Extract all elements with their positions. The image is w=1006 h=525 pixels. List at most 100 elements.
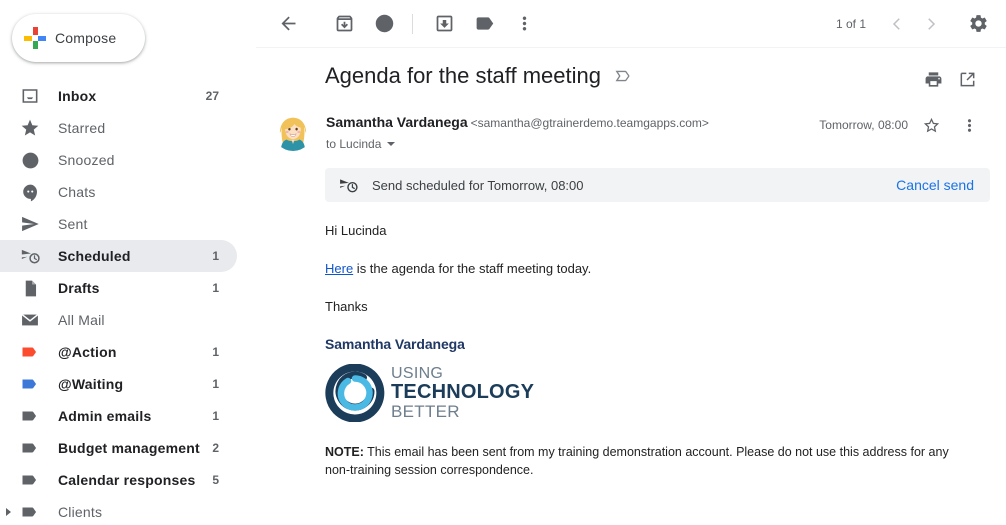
sidebar-item-label: All Mail: [58, 312, 105, 328]
sidebar-item-drafts[interactable]: Drafts 1: [0, 272, 237, 304]
back-button[interactable]: [268, 4, 308, 44]
sidebar-item-all-mail[interactable]: All Mail: [0, 304, 237, 336]
sidebar-item-chats[interactable]: Chats: [0, 176, 237, 208]
sidebar-item-scheduled[interactable]: Scheduled 1: [0, 240, 237, 272]
clock-icon: [20, 150, 40, 170]
sidebar-item-inbox[interactable]: Inbox 27: [0, 80, 237, 112]
sender-line: Samantha Vardanega <samantha@gtrainerdemo…: [326, 113, 709, 132]
label-icon: [20, 438, 40, 458]
sidebar-item-waiting[interactable]: @Waiting 1: [0, 368, 237, 400]
chevron-down-icon: [387, 142, 396, 146]
page-title: Agenda for the staff meeting: [325, 63, 601, 88]
compose-label: Compose: [55, 30, 117, 46]
sidebar-item-label: Budget management: [58, 440, 200, 456]
sidebar-item-snoozed[interactable]: Snoozed: [0, 144, 237, 176]
toolbar-divider: [412, 13, 413, 34]
signature-name: Samantha Vardanega: [325, 336, 465, 352]
settings-gear-icon[interactable]: [958, 4, 998, 44]
subject-row: Agenda for the staff meeting: [256, 48, 1006, 90]
recipients-label: to Lucinda: [326, 137, 382, 151]
recipients-row[interactable]: to Lucinda: [326, 137, 709, 151]
logo-line-2: TECHNOLOGY: [391, 380, 535, 403]
label-icon: [20, 470, 40, 490]
sidebar-item-label: @Waiting: [58, 376, 124, 392]
sender-row: Samantha Vardanega <samantha@gtrainerdemo…: [256, 90, 1006, 151]
logo-line-1: USING: [391, 364, 444, 382]
body-line-agenda-rest: is the agenda for the staff meeting toda…: [353, 261, 592, 276]
agenda-link[interactable]: Here: [325, 261, 353, 276]
message-timestamp: Tomorrow, 08:00: [819, 118, 908, 132]
sidebar-item-count: 2: [212, 441, 219, 455]
compose-button[interactable]: Compose: [12, 14, 145, 62]
message-toolbar: 1 of 1: [256, 0, 1006, 48]
star-icon: [20, 118, 40, 138]
sidebar-item-count: 1: [212, 409, 219, 423]
sidebar-item-label: Calendar responses: [58, 472, 196, 488]
plus-icon: [24, 27, 46, 49]
sidebar-item-label: Inbox: [58, 88, 97, 104]
sender-email: <samantha@gtrainerdemo.teamgapps.com>: [470, 116, 709, 130]
chat-icon: [20, 182, 40, 202]
sidebar-item-label: Sent: [58, 216, 88, 232]
mail-stack-icon: [20, 310, 40, 330]
avatar: [273, 111, 313, 151]
sidebar-item-label: Clients: [58, 504, 103, 520]
sidebar-item-label: Scheduled: [58, 248, 131, 264]
sidebar-item-count: 1: [212, 281, 219, 295]
label-icon: [20, 342, 40, 362]
main-panel: 1 of 1 Agenda for the staff meeting Sama…: [256, 0, 1006, 525]
scheduled-send-text: Send scheduled for Tomorrow, 08:00: [372, 177, 584, 193]
send-icon: [20, 214, 40, 234]
note-text: This email has been sent from my trainin…: [325, 445, 949, 477]
sidebar-item-count: 1: [212, 377, 219, 391]
sidebar-item-clients[interactable]: Clients: [0, 496, 237, 525]
sidebar-item-count: 27: [205, 89, 219, 103]
gmail-app: Compose Inbox 27 Starred Snoozed Chats Sent Sc…: [0, 0, 1006, 525]
sidebar-item-sent[interactable]: Sent: [0, 208, 237, 240]
sidebar-item-budget-management[interactable]: Budget management 2: [0, 432, 237, 464]
draft-icon: [20, 278, 40, 298]
logo-mark-icon: [325, 364, 385, 422]
sidebar: Compose Inbox 27 Starred Snoozed Chats Sent Sc…: [0, 0, 256, 525]
expand-arrow-icon[interactable]: [6, 508, 11, 516]
sender-info: Samantha Vardanega <samantha@gtrainerdemo…: [326, 110, 709, 151]
sidebar-nav-list: Inbox 27 Starred Snoozed Chats Sent Scheduled 1…: [0, 80, 256, 525]
move-to-inbox-icon[interactable]: [424, 4, 464, 44]
sidebar-item-admin-emails[interactable]: Admin emails 1: [0, 400, 237, 432]
disclaimer-note: NOTE: This email has been sent from my t…: [325, 443, 965, 479]
scheduled-send-banner: Send scheduled for Tomorrow, 08:00 Cance…: [325, 168, 990, 202]
sidebar-item-label: Chats: [58, 184, 96, 200]
snooze-icon[interactable]: [364, 4, 404, 44]
older-button[interactable]: [914, 7, 948, 41]
label-icon: [20, 406, 40, 426]
schedule-send-icon: [20, 246, 40, 266]
sidebar-item-label: Admin emails: [58, 408, 152, 424]
sidebar-item-label: @Action: [58, 344, 117, 360]
archive-icon[interactable]: [324, 4, 364, 44]
sidebar-item-action[interactable]: @Action 1: [0, 336, 237, 368]
sidebar-item-count: 5: [212, 473, 219, 487]
note-label: NOTE:: [325, 445, 364, 459]
sidebar-item-label: Drafts: [58, 280, 100, 296]
more-options-icon[interactable]: [504, 4, 544, 44]
cancel-send-button[interactable]: Cancel send: [896, 177, 974, 193]
schedule-send-icon: [338, 175, 358, 195]
label-icon: [20, 374, 40, 394]
message-more-icon[interactable]: [954, 110, 984, 140]
sender-name: Samantha Vardanega: [326, 114, 468, 130]
inbox-icon: [20, 86, 40, 106]
logo-wordmark: USING TECHNOLOGY BETTER: [391, 364, 535, 421]
logo-line-3: BETTER: [391, 401, 460, 421]
body-line-agenda: Here is the agenda for the staff meeting…: [325, 260, 990, 277]
newer-button[interactable]: [880, 7, 914, 41]
labels-icon[interactable]: [464, 4, 504, 44]
using-technology-better-logo: USING TECHNOLOGY BETTER: [325, 364, 990, 422]
label-outline-icon[interactable]: [613, 66, 633, 86]
sidebar-item-calendar-responses[interactable]: Calendar responses 5: [0, 464, 237, 496]
sidebar-item-label: Starred: [58, 120, 106, 136]
sidebar-item-starred[interactable]: Starred: [0, 112, 237, 144]
sidebar-item-count: 1: [212, 249, 219, 263]
sidebar-item-count: 1: [212, 345, 219, 359]
sidebar-item-label: Snoozed: [58, 152, 115, 168]
star-icon[interactable]: [916, 110, 946, 140]
